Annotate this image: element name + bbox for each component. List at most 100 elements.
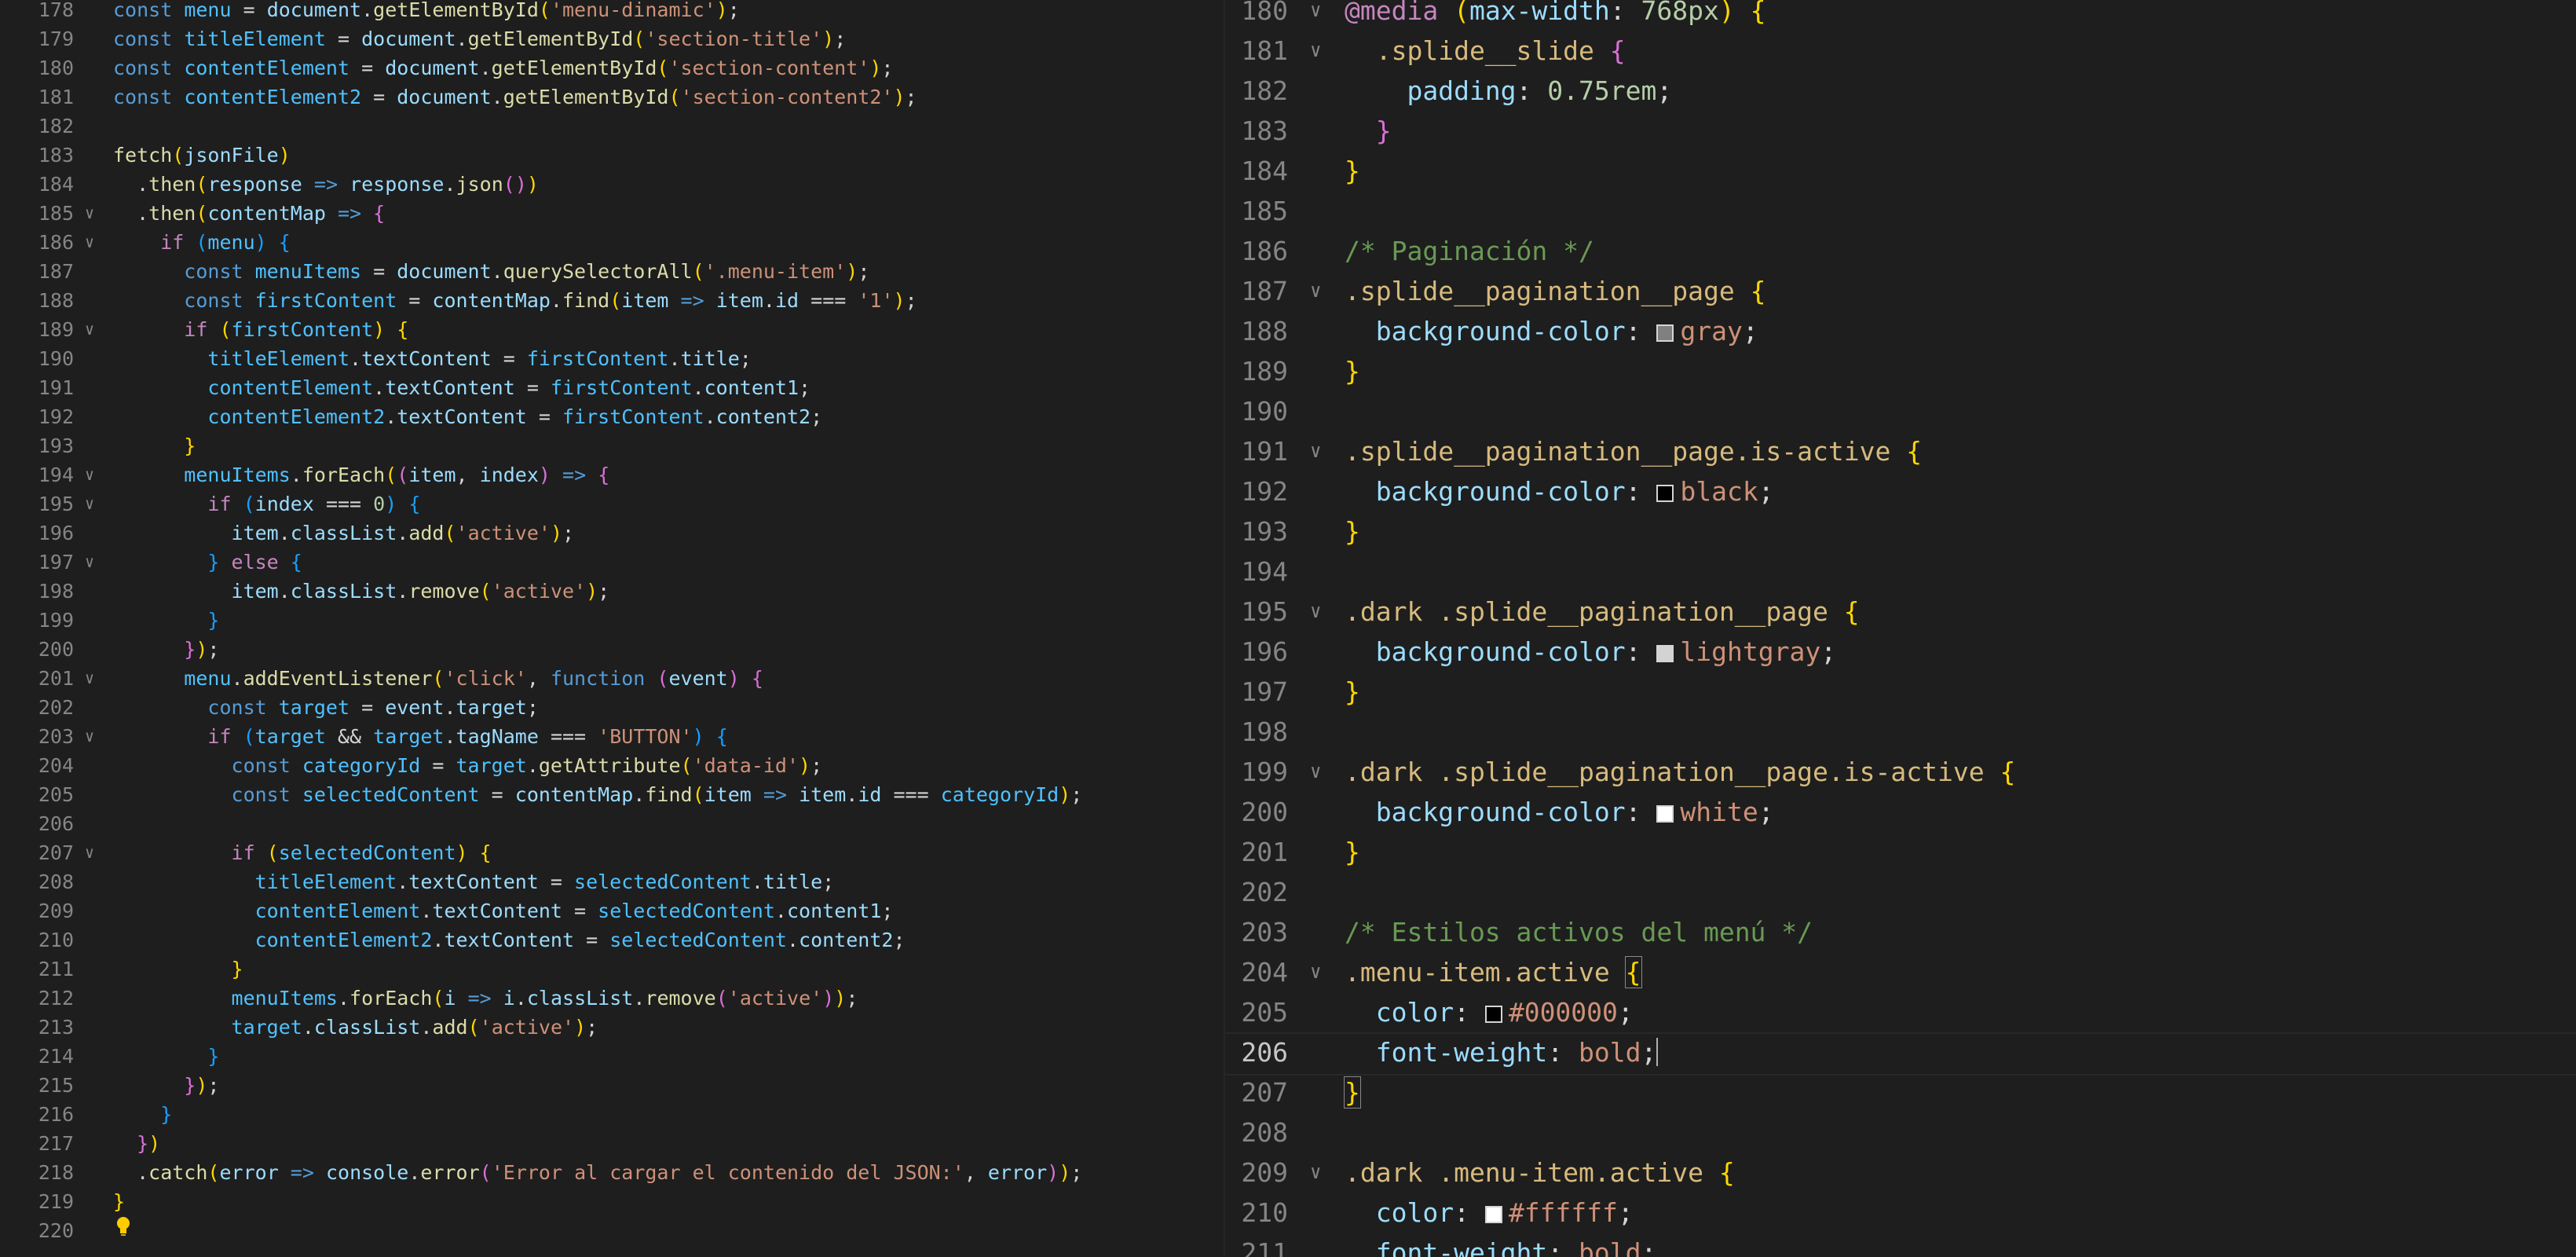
code-line[interactable]: 178 const menu = document.getElementById(… <box>0 0 1225 24</box>
code-line[interactable]: 198 item.classList.remove('active'); <box>0 577 1225 606</box>
code-line[interactable]: 219} <box>0 1187 1225 1216</box>
code-line[interactable]: 208 titleElement.textContent = selectedC… <box>0 867 1225 896</box>
code-line[interactable]: 217 }) <box>0 1129 1225 1158</box>
code-line[interactable]: 200 background-color: white; <box>1225 792 2576 832</box>
code-line[interactable]: 209 contentElement.textContent = selecte… <box>0 896 1225 925</box>
chevron-down-icon[interactable]: ∨ <box>1310 31 1321 71</box>
code-line[interactable]: 185 <box>1225 191 2576 231</box>
code-line[interactable]: 184 .then(response => response.json()) <box>0 170 1225 199</box>
code-line[interactable]: 210 color: #ffffff; <box>1225 1193 2576 1233</box>
code-line[interactable]: 187 const menuItems = document.querySele… <box>0 257 1225 286</box>
code-line[interactable]: 195 ∨ .dark .splide__pagination__page { <box>1225 592 2576 632</box>
chevron-down-icon[interactable]: ∨ <box>85 664 94 693</box>
chevron-down-icon[interactable]: ∨ <box>1310 952 1321 992</box>
code-line[interactable]: 215 }); <box>0 1071 1225 1100</box>
code-line[interactable]: 186 ∨ if (menu) { <box>0 228 1225 257</box>
code-line[interactable]: 190 <box>1225 391 2576 431</box>
code-line[interactable]: 214 } <box>0 1042 1225 1071</box>
code-line[interactable]: 189 ∨ if (firstContent) { <box>0 315 1225 344</box>
chevron-down-icon[interactable]: ∨ <box>85 838 94 867</box>
code-line[interactable]: 182 padding: 0.75rem; <box>1225 71 2576 111</box>
code-line[interactable]: 211 } <box>0 955 1225 984</box>
code-line[interactable]: 200 }); <box>0 635 1225 664</box>
color-swatch[interactable] <box>1656 645 1674 662</box>
code-line[interactable]: 181 ∨ .splide__slide { <box>1225 31 2576 71</box>
code-line[interactable]: 199 } <box>0 606 1225 635</box>
code-line[interactable]: 205 const selectedContent = contentMap.f… <box>0 780 1225 809</box>
code-line[interactable]: 207} <box>1225 1072 2576 1112</box>
code-line[interactable]: 193} <box>1225 511 2576 552</box>
code-line[interactable]: 206 font-weight: bold; <box>1225 1032 2576 1076</box>
chevron-down-icon[interactable]: ∨ <box>85 228 94 257</box>
code-line[interactable]: 189} <box>1225 351 2576 391</box>
chevron-down-icon[interactable]: ∨ <box>1310 0 1321 31</box>
code-line[interactable]: 208 <box>1225 1112 2576 1153</box>
code-line[interactable]: 187 ∨ .splide__pagination__page { <box>1225 271 2576 311</box>
code-line[interactable]: 193 } <box>0 431 1225 460</box>
chevron-down-icon[interactable]: ∨ <box>85 489 94 519</box>
chevron-down-icon[interactable]: ∨ <box>85 199 94 228</box>
code-line[interactable]: 188 const firstContent = contentMap.find… <box>0 286 1225 315</box>
code-line[interactable]: 211 font-weight: bold; <box>1225 1233 2576 1257</box>
code-line[interactable]: 204 ∨ .menu-item.active { <box>1225 952 2576 992</box>
code-line[interactable]: 191 contentElement.textContent = firstCo… <box>0 373 1225 402</box>
right-editor-pane[interactable]: 180 ∨ @media (max-width: 768px) {181 ∨ .spl… <box>1225 0 2576 1257</box>
code-line[interactable]: 201} <box>1225 832 2576 872</box>
code-line[interactable]: 213 target.classList.add('active'); <box>0 1013 1225 1042</box>
code-line[interactable]: 206 <box>0 809 1225 838</box>
code-line[interactable]: 203 /* Estilos activos del menú */ <box>1225 912 2576 952</box>
chevron-down-icon[interactable]: ∨ <box>85 722 94 751</box>
color-swatch[interactable] <box>1484 1006 1502 1023</box>
code-line[interactable]: 220 <box>0 1216 1225 1245</box>
code-line[interactable]: 182 <box>0 112 1225 141</box>
color-swatch[interactable] <box>1656 485 1674 502</box>
chevron-down-icon[interactable]: ∨ <box>85 548 94 577</box>
code-line[interactable]: 197 ∨ } else { <box>0 548 1225 577</box>
code-line[interactable]: 202 const target = event.target; <box>0 693 1225 722</box>
chevron-down-icon[interactable]: ∨ <box>85 460 94 489</box>
code-line[interactable]: 181 const contentElement2 = document.getE… <box>0 82 1225 112</box>
code-line[interactable]: 194 <box>1225 552 2576 592</box>
code-line[interactable]: 218 .catch(error => console.error('Error… <box>0 1158 1225 1187</box>
code-line[interactable]: 185 ∨ .then(contentMap => { <box>0 199 1225 228</box>
code-line[interactable]: 190 titleElement.textContent = firstCont… <box>0 344 1225 373</box>
code-line[interactable]: 186 /* Paginación */ <box>1225 231 2576 271</box>
code-line[interactable]: 183 } <box>1225 111 2576 151</box>
code-line[interactable]: 192 contentElement2.textContent = firstC… <box>0 402 1225 431</box>
code-line[interactable]: 188 background-color: gray; <box>1225 311 2576 351</box>
code-line[interactable]: 197} <box>1225 672 2576 712</box>
chevron-down-icon[interactable]: ∨ <box>1310 752 1321 792</box>
code-line[interactable]: 183 fetch(jsonFile) <box>0 141 1225 170</box>
code-line[interactable]: 201 ∨ menu.addEventListener('click', func… <box>0 664 1225 693</box>
code-line[interactable]: 195 ∨ if (index === 0) { <box>0 489 1225 519</box>
color-swatch[interactable] <box>1656 324 1674 342</box>
color-swatch[interactable] <box>1656 805 1674 823</box>
code-line[interactable]: 207 ∨ if (selectedContent) { <box>0 838 1225 867</box>
code-line[interactable]: 192 background-color: black; <box>1225 471 2576 511</box>
code-line[interactable]: 196 item.classList.add('active'); <box>0 519 1225 548</box>
code-line[interactable]: 205 color: #000000; <box>1225 992 2576 1032</box>
code-line[interactable]: 203 ∨ if (target && target.tagName === 'B… <box>0 722 1225 751</box>
code-line[interactable]: 204 const categoryId = target.getAttribu… <box>0 751 1225 780</box>
code-line[interactable]: 209 ∨ .dark .menu-item.active { <box>1225 1153 2576 1193</box>
code-line[interactable]: 180 const contentElement = document.getEl… <box>0 53 1225 82</box>
code-line[interactable]: 216 } <box>0 1100 1225 1129</box>
chevron-down-icon[interactable]: ∨ <box>1310 592 1321 632</box>
code-line[interactable]: 196 background-color: lightgray; <box>1225 632 2576 672</box>
lightbulb-icon[interactable] <box>115 1215 132 1237</box>
code-line[interactable]: 191 ∨ .splide__pagination__page.is-active … <box>1225 431 2576 471</box>
code-line[interactable]: 194 ∨ menuItems.forEach((item, index) => … <box>0 460 1225 489</box>
code-line[interactable]: 198 <box>1225 712 2576 752</box>
color-swatch[interactable] <box>1484 1206 1502 1223</box>
chevron-down-icon[interactable]: ∨ <box>1310 1153 1321 1193</box>
chevron-down-icon[interactable]: ∨ <box>1310 431 1321 471</box>
code-line[interactable]: 180 ∨ @media (max-width: 768px) { <box>1225 0 2576 31</box>
code-line[interactable]: 179 const titleElement = document.getElem… <box>0 24 1225 53</box>
chevron-down-icon[interactable]: ∨ <box>1310 271 1321 311</box>
chevron-down-icon[interactable]: ∨ <box>85 315 94 344</box>
code-line[interactable]: 199 ∨ .dark .splide__pagination__page.is-a… <box>1225 752 2576 792</box>
code-line[interactable]: 184} <box>1225 151 2576 191</box>
left-editor-pane[interactable]: 178 const menu = document.getElementById(… <box>0 0 1225 1257</box>
code-line[interactable]: 210 contentElement2.textContent = select… <box>0 925 1225 955</box>
code-line[interactable]: 212 menuItems.forEach(i => i.classList.r… <box>0 984 1225 1013</box>
